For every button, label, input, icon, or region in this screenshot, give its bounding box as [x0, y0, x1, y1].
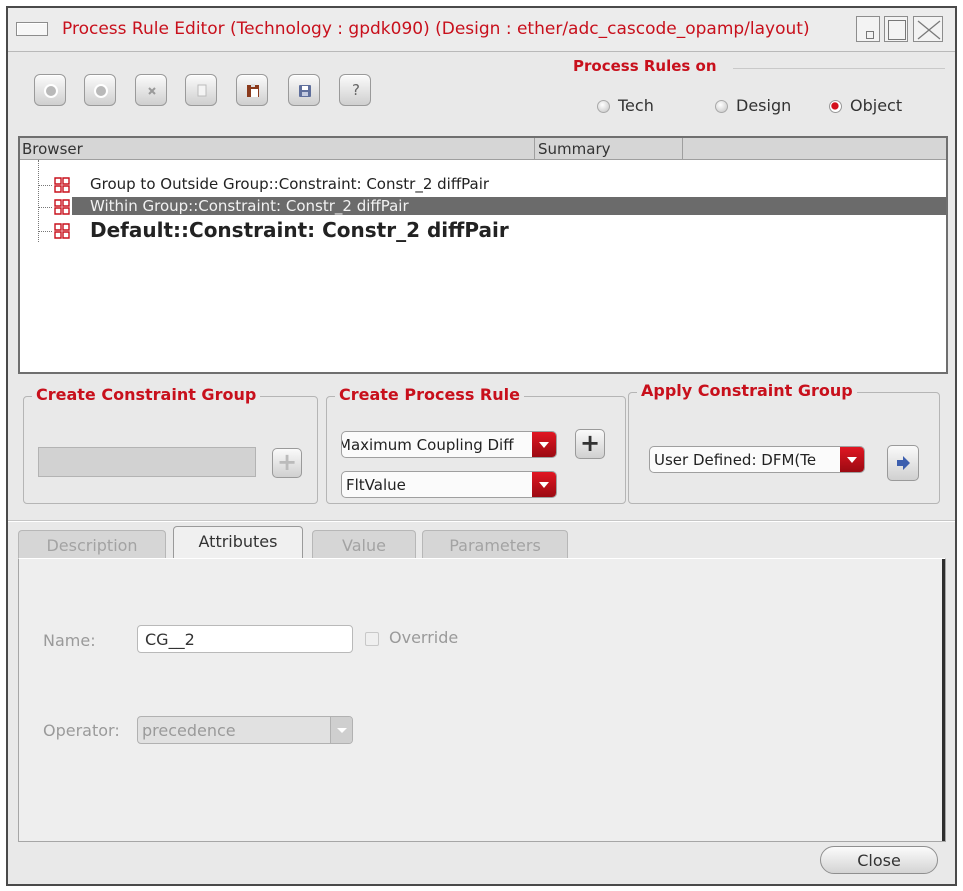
constraint-group-name-field[interactable]	[38, 447, 256, 477]
copy-button[interactable]	[185, 74, 217, 106]
close-button[interactable]: Close	[820, 846, 938, 874]
radio-button-icon	[715, 100, 728, 113]
constraint-group-icon	[54, 177, 70, 193]
name-label: Name:	[43, 631, 96, 650]
tab-value[interactable]: Value	[312, 530, 416, 560]
column-summary[interactable]: Summary	[538, 140, 611, 158]
minimize-button[interactable]	[856, 16, 880, 42]
process-rule-editor-window: Process Rule Editor (Technology : gpdk09…	[6, 6, 957, 886]
tab-attributes[interactable]: Attributes	[173, 526, 303, 562]
maximize-button[interactable]	[884, 16, 908, 42]
column-separator[interactable]	[534, 138, 535, 160]
close-window-button[interactable]	[913, 16, 943, 42]
constraint-group-icon	[54, 223, 70, 239]
apply-constraint-group-title: Apply Constraint Group	[637, 381, 857, 400]
apply-constraint-group-button[interactable]	[887, 445, 919, 481]
operator-value: precedence	[142, 721, 236, 740]
radio-object[interactable]: Object	[829, 96, 902, 118]
chevron-down-icon	[532, 472, 556, 497]
column-separator[interactable]	[682, 138, 683, 160]
window-menu-button[interactable]	[16, 22, 48, 36]
browser-tree: Group to Outside Group::Constraint: Cons…	[20, 160, 946, 372]
delete-button[interactable]	[135, 74, 167, 106]
constraint-group-icon	[54, 199, 70, 215]
tab-description[interactable]: Description	[18, 530, 166, 560]
tree-tick	[38, 231, 52, 232]
apply-constraint-group-panel: Apply Constraint Group User Defined: DFM…	[628, 381, 940, 504]
paste-icon	[247, 84, 259, 97]
help-button[interactable]: ?	[339, 74, 371, 106]
radio-design[interactable]: Design	[715, 96, 791, 118]
tree-row-label: Default::Constraint: Constr_2 diffPair	[90, 218, 509, 242]
process-rules-label: Process Rules on	[573, 57, 723, 75]
operator-select[interactable]: precedence	[137, 716, 353, 744]
tree-row-selected[interactable]: Within Group::Constraint: Constr_2 diffP…	[20, 196, 946, 218]
tab-parameters[interactable]: Parameters	[422, 530, 568, 560]
tree-tick	[38, 185, 52, 186]
constraint-browser[interactable]: Browser Summary Group to Outside Group::…	[18, 136, 948, 374]
arrow-right-icon	[897, 456, 910, 470]
delete-icon	[148, 87, 156, 95]
radio-tech[interactable]: Tech	[597, 96, 654, 118]
add-process-rule-button[interactable]: +	[575, 429, 605, 459]
override-label: Override	[389, 628, 459, 647]
tree-row-label: Group to Outside Group::Constraint: Cons…	[90, 175, 490, 193]
column-browser[interactable]: Browser	[22, 140, 83, 158]
help-icon: ?	[352, 81, 360, 99]
chevron-down-icon	[840, 447, 864, 472]
radio-design-label: Design	[736, 96, 792, 115]
browser-header: Browser Summary	[20, 138, 946, 160]
radio-button-icon	[597, 100, 610, 113]
value-type-value: FltValue	[346, 476, 406, 494]
create-process-rule-panel: Create Process Rule Maximum Coupling Dif…	[326, 385, 626, 504]
pane-splitter[interactable]	[8, 520, 955, 522]
save-button[interactable]	[288, 74, 320, 106]
process-rule-select[interactable]: Maximum Coupling Diff	[341, 431, 557, 458]
tree-row[interactable]: Default::Constraint: Constr_2 diffPair	[20, 218, 946, 242]
chevron-down-icon	[330, 717, 352, 743]
apply-constraint-group-select[interactable]: User Defined: DFM(Te	[649, 446, 865, 473]
toolbar-button-1[interactable]	[34, 74, 66, 106]
window-title: Process Rule Editor (Technology : gpdk09…	[62, 19, 810, 39]
radio-tech-label: Tech	[618, 96, 654, 115]
add-constraint-group-button[interactable]: +	[272, 448, 302, 478]
circle-icon	[44, 84, 58, 98]
tree-row[interactable]: Group to Outside Group::Constraint: Cons…	[20, 174, 946, 196]
radio-object-label: Object	[850, 96, 903, 115]
close-icon	[917, 20, 941, 40]
create-constraint-group-panel: Create Constraint Group +	[23, 385, 318, 504]
chevron-down-icon	[532, 432, 556, 457]
toolbar-button-2[interactable]	[84, 74, 116, 106]
radio-button-selected-icon	[829, 100, 842, 113]
title-bar[interactable]: Process Rule Editor (Technology : gpdk09…	[8, 8, 955, 52]
apply-constraint-group-value: User Defined: DFM(Te	[654, 451, 817, 469]
copy-icon	[197, 84, 207, 97]
create-constraint-group-title: Create Constraint Group	[32, 385, 261, 404]
panel-edge	[942, 559, 945, 841]
override-checkbox[interactable]	[365, 632, 379, 646]
operator-label: Operator:	[43, 721, 120, 740]
tree-tick	[38, 207, 52, 208]
value-type-select[interactable]: FltValue	[341, 471, 557, 498]
create-process-rule-title: Create Process Rule	[335, 385, 524, 404]
paste-button[interactable]	[236, 74, 268, 106]
circle-icon	[94, 84, 108, 98]
name-field[interactable]: CG__2	[137, 625, 353, 653]
attributes-panel: Name: CG__2 Override Operator: precedenc…	[18, 558, 946, 842]
process-rule-value: Maximum Coupling Diff	[341, 436, 514, 454]
process-rules-divider	[733, 68, 945, 69]
tree-row-label: Within Group::Constraint: Constr_2 diffP…	[72, 197, 946, 215]
save-icon	[299, 85, 311, 97]
